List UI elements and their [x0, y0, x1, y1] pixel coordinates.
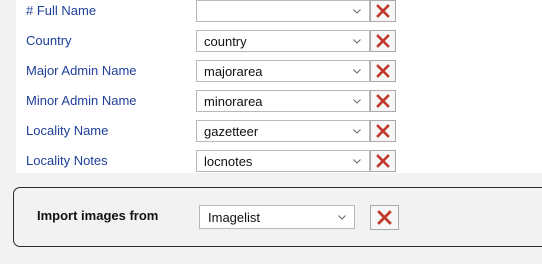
dropdown-value: Imagelist — [208, 210, 261, 225]
mapping-row-minor-admin: Minor Admin Name minorarea — [16, 88, 542, 118]
dropdown-value: majorarea — [204, 64, 263, 79]
import-images-label: Import images from — [37, 208, 159, 223]
field-label: Locality Notes — [26, 153, 108, 168]
red-x-icon — [376, 94, 390, 108]
chevron-down-icon — [353, 129, 361, 134]
mapping-dropdown[interactable]: gazetteer — [196, 120, 370, 142]
dropdown-value: gazetteer — [204, 124, 259, 139]
mapping-row-locality-notes: Locality Notes locnotes — [16, 148, 542, 173]
red-x-icon — [376, 154, 390, 168]
mapping-dropdown[interactable] — [196, 0, 370, 22]
mapping-dropdown[interactable]: locnotes — [196, 150, 370, 172]
mapping-row-locality-name: Locality Name gazetteer — [16, 118, 542, 148]
field-label: Major Admin Name — [26, 63, 137, 78]
delete-mapping-button[interactable] — [370, 60, 396, 82]
chevron-down-icon — [353, 99, 361, 104]
delete-mapping-button[interactable] — [370, 90, 396, 112]
field-label: Locality Name — [26, 123, 109, 138]
import-images-group: Import images from Imagelist — [13, 187, 542, 247]
mapping-row-major-admin: Major Admin Name majorarea — [16, 58, 542, 88]
field-label: # Full Name — [26, 3, 97, 18]
chevron-down-icon — [353, 9, 361, 14]
field-label: Minor Admin Name — [26, 93, 137, 108]
dropdown-value: locnotes — [204, 154, 253, 169]
mapping-row-full-name: # Full Name — [16, 0, 542, 28]
field-mapping-panel: # Full Name Country country Major Admin … — [16, 0, 542, 173]
field-label: Country — [26, 33, 72, 48]
mapping-dropdown[interactable]: majorarea — [196, 60, 370, 82]
mapping-dropdown[interactable]: country — [196, 30, 370, 52]
chevron-down-icon — [353, 69, 361, 74]
red-x-icon — [376, 34, 390, 48]
mapping-dropdown[interactable]: minorarea — [196, 90, 370, 112]
chevron-down-icon — [338, 215, 346, 220]
red-x-icon — [376, 124, 390, 138]
dropdown-value: country — [204, 34, 247, 49]
chevron-down-icon — [353, 159, 361, 164]
delete-mapping-button[interactable] — [370, 120, 396, 142]
chevron-down-icon — [353, 39, 361, 44]
red-x-icon — [377, 210, 392, 225]
mapping-row-country: Country country — [16, 28, 542, 58]
red-x-icon — [376, 64, 390, 78]
delete-mapping-button[interactable] — [370, 0, 396, 22]
import-images-dropdown[interactable]: Imagelist — [199, 205, 355, 229]
dropdown-value: minorarea — [204, 94, 263, 109]
delete-mapping-button[interactable] — [370, 30, 396, 52]
red-x-icon — [376, 4, 390, 18]
delete-import-images-button[interactable] — [370, 205, 399, 230]
delete-mapping-button[interactable] — [370, 150, 396, 172]
